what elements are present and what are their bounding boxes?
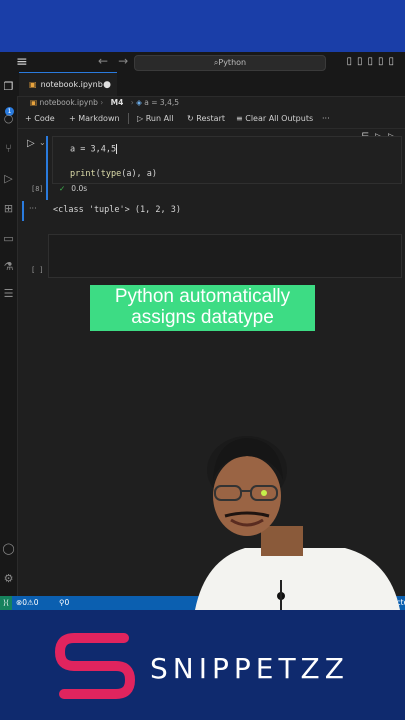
search-icon[interactable]: ○ — [2, 112, 15, 125]
extensions-icon[interactable]: ⊞ — [2, 202, 15, 215]
code-line-2[interactable]: print(type(a), a) — [70, 169, 157, 179]
code-line-1[interactable]: a = 3,4,5 — [70, 144, 118, 155]
testing-icon[interactable]: ⚗ — [2, 260, 15, 273]
restart-button[interactable]: ↻ Restart — [187, 114, 225, 123]
toolbar-divider — [128, 113, 129, 124]
breadcrumb-section[interactable]: M4 — [111, 98, 124, 107]
tab-label: notebook.ipynb — [40, 80, 103, 89]
cell-output: <class 'tuple'> (1, 2, 3) — [53, 205, 181, 215]
add-markdown-button[interactable]: + Markdown — [69, 114, 120, 123]
add-code-button[interactable]: + Code — [25, 114, 55, 123]
source-control-icon[interactable]: ⑂ — [2, 142, 15, 155]
top-band — [0, 0, 405, 52]
tab-notebook[interactable]: ▣ notebook.ipynb ● — [19, 72, 117, 96]
empty-code-cell[interactable] — [48, 234, 402, 278]
chevron-down-icon[interactable]: ⌄ — [39, 138, 46, 147]
check-icon: ✓ — [59, 184, 66, 193]
output-actions-icon[interactable]: ··· — [29, 204, 37, 213]
navigation: ← → — [98, 54, 138, 68]
clear-outputs-button[interactable]: ≡ Clear All Outputs — [236, 114, 313, 123]
output-focus-indicator — [22, 201, 24, 221]
run-debug-icon[interactable]: ▷ — [2, 172, 15, 185]
ports-indicator[interactable]: ⚲0 — [59, 596, 69, 610]
title-bar: ≡ ← → ⌕Python ▯▯▯▯▯ — [0, 52, 405, 73]
presenter-illustration — [195, 436, 400, 610]
explorer-icon[interactable]: ❐ — [2, 80, 15, 93]
caption-line-2: assigns datatype — [131, 307, 274, 328]
breadcrumb-notebook-icon: ▣ — [30, 98, 38, 107]
breadcrumb-cell[interactable]: a = 3,4,5 — [144, 98, 179, 107]
breadcrumb-file[interactable]: notebook.ipynb — [39, 98, 97, 107]
account-icon[interactable]: ◯ — [2, 542, 15, 555]
presenter-webcam — [185, 430, 405, 610]
settings-gear-icon[interactable]: ⚙ — [2, 572, 15, 585]
cell-status: ✓ 0.0s — [59, 184, 87, 193]
run-cell-icon[interactable]: ▷ — [27, 138, 35, 149]
video-caption: Python automatically assigns datatype — [90, 285, 315, 331]
remote-explorer-icon[interactable]: ▭ — [2, 232, 15, 245]
unsaved-dot-icon[interactable]: ● — [103, 73, 111, 97]
more-actions-button[interactable]: ··· — [322, 114, 330, 123]
back-arrow-icon[interactable]: ← — [98, 54, 108, 68]
execution-count: [8] — [31, 185, 44, 193]
cell-focus-indicator — [46, 136, 48, 200]
tab-bar: ▣ notebook.ipynb ● — [17, 72, 405, 97]
command-center-search[interactable]: ⌕Python — [134, 55, 326, 71]
text-cursor — [116, 144, 118, 154]
remote-indicator-icon[interactable]: ⟩⟨ — [0, 596, 12, 610]
activity-bar: ❐ 1 ○ ⑂ ▷ ⊞ ▭ ⚗ ☰ ◯ ⚙ — [0, 72, 18, 596]
menu-icon[interactable]: ≡ — [16, 54, 28, 70]
layout-toggle-icons[interactable]: ▯▯▯▯▯ — [346, 56, 399, 67]
jupyter-icon[interactable]: ☰ — [2, 287, 15, 300]
notebook-toolbar: + Code + Markdown ▷ Run All ↻ Restart ≡ … — [17, 110, 405, 129]
brand-banner: SNIPPETZZ — [0, 610, 405, 720]
breadcrumb: ▣ notebook.ipynb › M4 › ◈ a = 3,4,5 — [30, 98, 179, 107]
notebook-icon: ▣ — [29, 80, 37, 89]
brand-name: SNIPPETZZ — [150, 652, 349, 685]
forward-arrow-icon[interactable]: → — [118, 54, 128, 68]
run-all-button[interactable]: ▷ Run All — [137, 114, 174, 123]
problems-indicator[interactable]: ⊗0⚠0 — [16, 596, 39, 610]
snippetzz-logo-icon — [54, 633, 136, 699]
execution-count-empty: [ ] — [31, 266, 44, 274]
breadcrumb-cell-icon: ◈ — [136, 98, 142, 107]
execution-time: 0.0s — [71, 184, 88, 193]
caption-line-1: Python automatically — [114, 286, 291, 307]
